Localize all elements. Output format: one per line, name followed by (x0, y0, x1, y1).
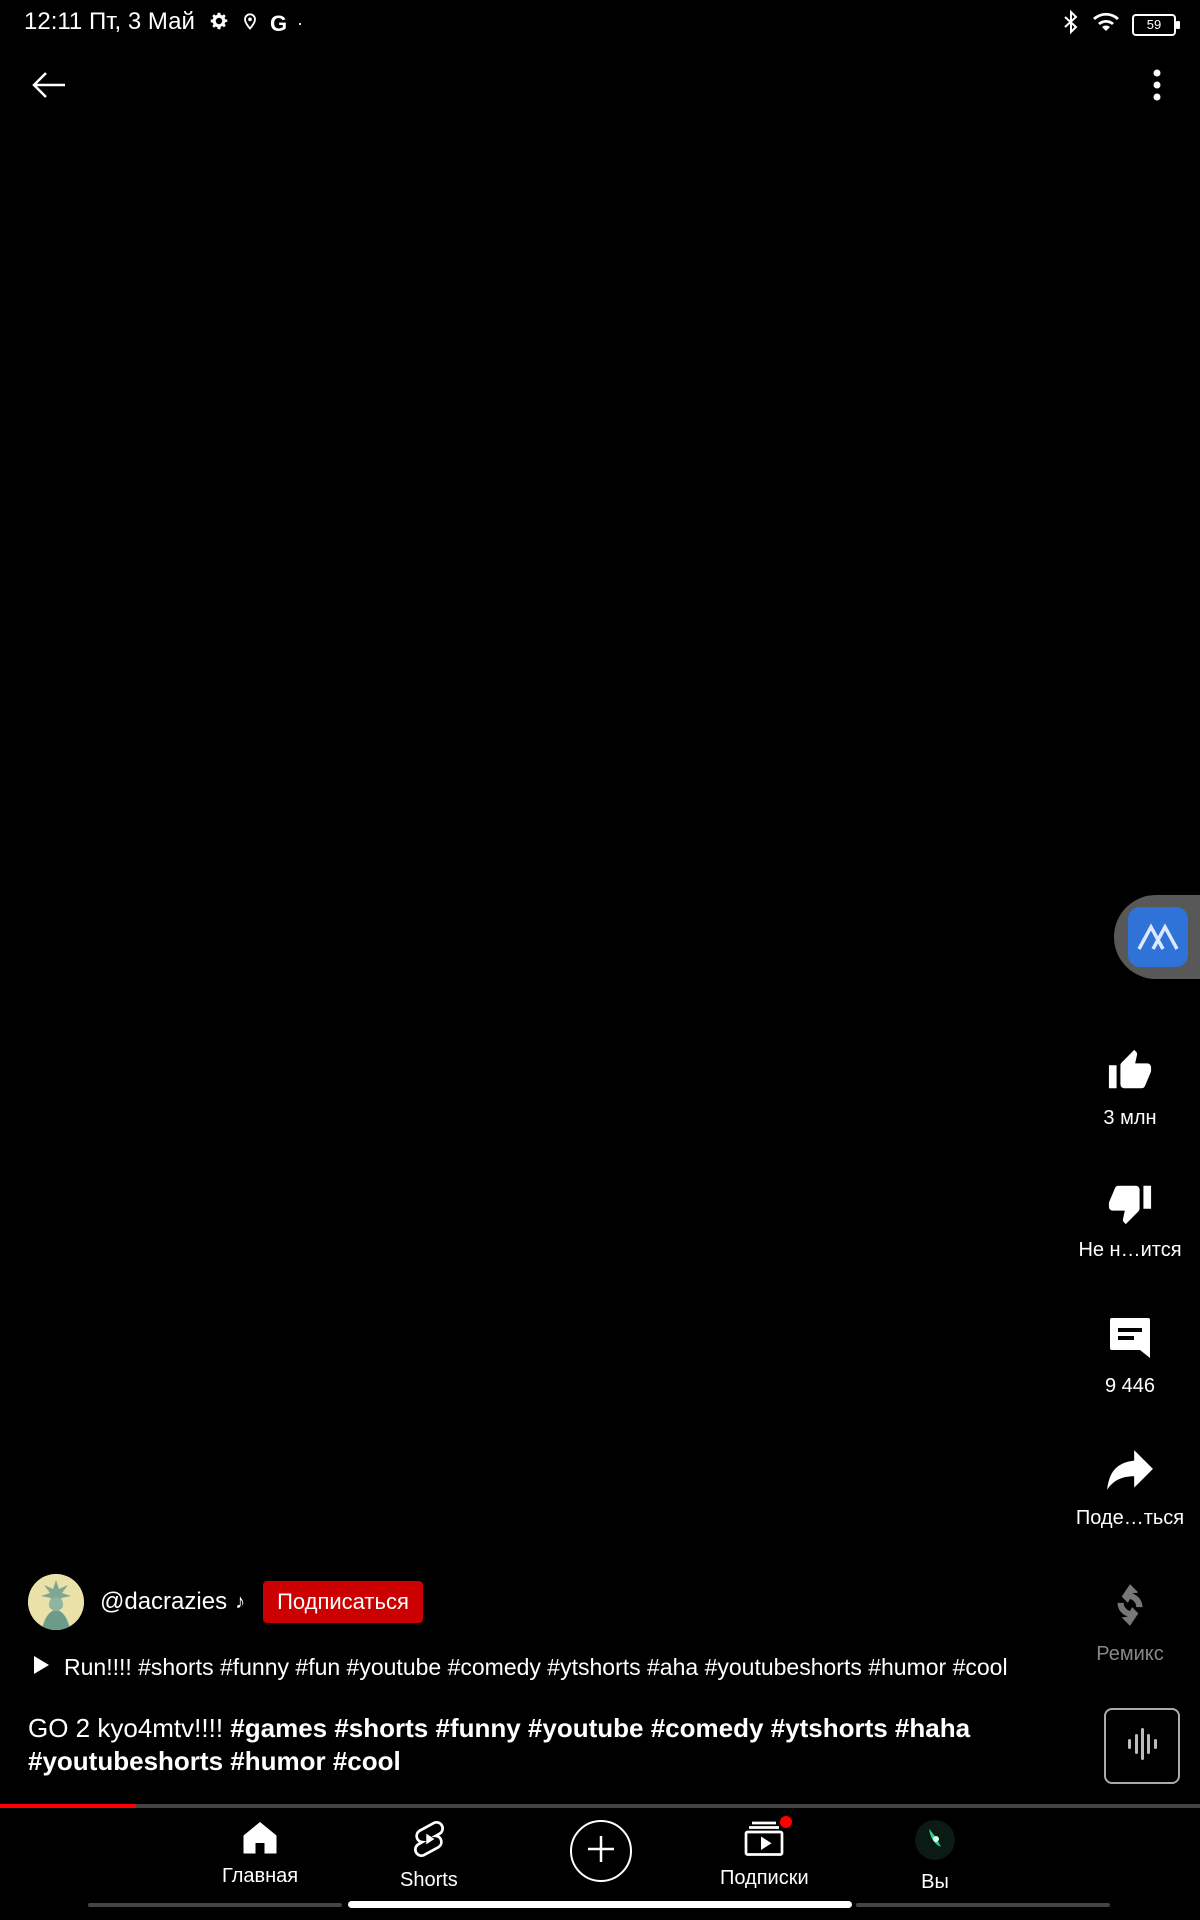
gesture-handle-left (88, 1903, 342, 1907)
more-options-button[interactable] (1132, 62, 1182, 112)
shorts-icon (412, 1820, 446, 1863)
music-row[interactable]: Run!!!! #shorts #funny #fun #youtube #co… (32, 1654, 1062, 1681)
music-title: Run!!!! #shorts #funny #fun #youtube #co… (64, 1654, 1008, 1680)
share-arrow-icon (1105, 1448, 1155, 1499)
like-count: 3 млн (1103, 1107, 1157, 1129)
description-text: GO 2 kyo4mtv!!!! (28, 1713, 231, 1743)
status-icons-right: 59 (1062, 9, 1180, 39)
channel-avatar[interactable] (28, 1574, 84, 1630)
status-bar: 12:11 Пт, 3 Май G · 59 (0, 0, 1200, 44)
plus-icon (584, 1832, 618, 1871)
audio-waveform-icon (1120, 1722, 1164, 1771)
gesture-handle-home[interactable] (348, 1901, 852, 1908)
remix-icon (1105, 1580, 1155, 1635)
location-icon (240, 10, 260, 37)
channel-row: @dacrazies ♪ Подписаться (28, 1574, 423, 1630)
comment-icon (1106, 1314, 1154, 1367)
comment-count: 9 446 (1104, 1375, 1156, 1397)
remix-button[interactable]: Ремикс (1060, 1580, 1200, 1666)
google-icon: G (270, 10, 288, 36)
like-button[interactable]: 3 млн (1060, 1048, 1200, 1130)
channel-name[interactable]: @dacrazies (100, 1588, 227, 1616)
nav-home[interactable]: Главная (222, 1820, 298, 1888)
arrow-left-icon (31, 70, 67, 105)
nav-you-label: Вы (921, 1871, 949, 1893)
bluetooth-icon (1062, 9, 1080, 39)
nav-subscriptions-label: Подписки (720, 1867, 809, 1889)
back-button[interactable] (24, 62, 74, 112)
create-button[interactable] (570, 1820, 632, 1882)
music-note-icon: ♪ (235, 1590, 246, 1613)
nav-you[interactable]: Вы (915, 1820, 955, 1894)
app-logo-icon (1128, 907, 1188, 967)
dislike-button[interactable]: Не н…ится (1060, 1180, 1200, 1262)
sound-button[interactable] (1104, 1708, 1180, 1784)
gesture-handle-right (856, 1903, 1110, 1907)
notification-dot (780, 1816, 793, 1828)
dislike-label: Не н…ится (1078, 1239, 1182, 1261)
status-icons-left: G · (208, 10, 303, 37)
thumbs-down-icon (1106, 1180, 1154, 1231)
video-description[interactable]: GO 2 kyo4mtv!!!! #games #shorts #funny #… (28, 1712, 1068, 1778)
subscribe-button[interactable]: Подписаться (263, 1581, 423, 1623)
battery-indicator: 59 (1132, 13, 1180, 36)
more-vertical-icon (1152, 68, 1162, 107)
nav-subscriptions[interactable]: Подписки (720, 1816, 809, 1890)
home-icon (242, 1820, 278, 1859)
remix-label: Ремикс (1096, 1643, 1164, 1665)
comments-button[interactable]: 9 446 (1060, 1314, 1200, 1398)
play-icon (32, 1655, 50, 1680)
gesture-navigation-bar (0, 1900, 1200, 1910)
profile-avatar (915, 1820, 955, 1865)
nav-shorts[interactable]: Shorts (400, 1820, 458, 1892)
floating-app-bubble[interactable] (1114, 895, 1200, 979)
nav-shorts-label: Shorts (400, 1869, 458, 1891)
share-label: Поде…ться (1075, 1507, 1185, 1529)
wifi-icon (1092, 11, 1120, 38)
gear-icon (208, 10, 230, 37)
nav-home-label: Главная (222, 1865, 299, 1887)
status-time: 12:11 Пт, 3 Май (24, 8, 195, 35)
dot-icon: · (297, 13, 304, 33)
share-button[interactable]: Поде…ться (1060, 1448, 1200, 1530)
subscriptions-icon (744, 1816, 793, 1861)
thumbs-up-icon (1106, 1048, 1154, 1099)
